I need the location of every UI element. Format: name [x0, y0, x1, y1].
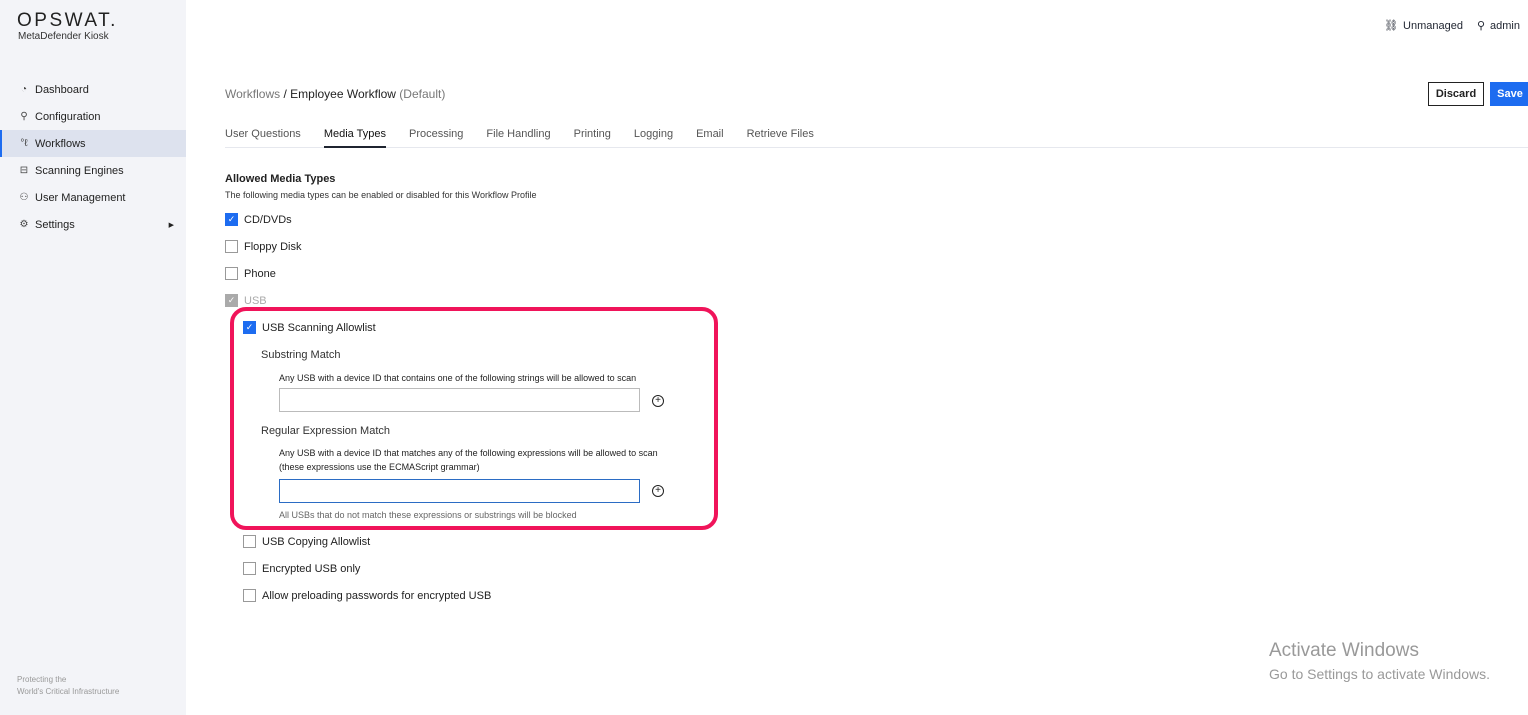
product-name: MetaDefender Kiosk: [18, 31, 109, 42]
substring-input[interactable]: [279, 388, 640, 412]
sidebar-item-user-management[interactable]: ⚇ User Management: [0, 184, 186, 211]
footer-line: World's Critical Infrastructure: [17, 687, 120, 696]
caret-right-icon: ▶: [168, 221, 174, 229]
gauge-icon: ◔: [20, 84, 28, 95]
sidebar-item-workflows[interactable]: °ℓ Workflows: [0, 130, 186, 157]
encrypted-usb-only-checkbox[interactable]: Encrypted USB only: [243, 562, 360, 575]
user-menu[interactable]: ⚲ admin: [1476, 19, 1520, 33]
sidebar-item-dashboard[interactable]: ◔ Dashboard: [0, 76, 186, 103]
sidebar-nav: ◔ Dashboard ⚲ Configuration °ℓ Workflows ⊟ S…: [0, 76, 186, 238]
regex-match-title: Regular Expression Match: [261, 425, 391, 437]
usb-checkbox: ✓ USB: [225, 294, 267, 307]
users-icon: ⚇: [19, 192, 29, 203]
breadcrumb-current: Employee Workflow: [290, 87, 396, 101]
checkbox-unchecked-icon: [225, 267, 238, 280]
checkbox-label: USB Copying Allowlist: [262, 535, 371, 548]
sidebar: OPSWAT. MetaDefender Kiosk ◔ Dashboard ⚲ C…: [0, 0, 186, 715]
unlink-icon: ⛓: [1384, 20, 1399, 32]
tab-email[interactable]: Email: [696, 122, 724, 148]
breadcrumb-workflows[interactable]: Workflows: [225, 87, 280, 101]
regex-grammar-note: (these expressions use the ECMAScript gr…: [279, 462, 480, 472]
wrench-icon: ⚲: [20, 111, 28, 122]
checkbox-checked-icon: ✓: [225, 294, 238, 307]
sidebar-item-label: Configuration: [35, 110, 101, 123]
windows-activation-watermark: Activate Windows Go to Settings to activa…: [1269, 640, 1490, 682]
engine-icon: ⊟: [19, 165, 29, 176]
checkbox-checked-icon: ✓: [243, 321, 256, 334]
checkbox-unchecked-icon: [243, 589, 256, 602]
floppy-disk-checkbox[interactable]: Floppy Disk: [225, 240, 301, 253]
checkbox-label: CD/DVDs: [244, 213, 292, 226]
save-button[interactable]: Save: [1490, 82, 1528, 106]
opswat-logo: OPSWAT.: [17, 10, 118, 31]
discard-button[interactable]: Discard: [1428, 82, 1484, 106]
checkbox-label: Floppy Disk: [244, 240, 302, 253]
tab-processing[interactable]: Processing: [409, 122, 463, 148]
cd-dvd-checkbox[interactable]: ✓ CD/DVDs: [225, 213, 292, 226]
topbar: ⛓ Unmanaged ⚲ admin: [1384, 19, 1520, 33]
checkbox-unchecked-icon: [225, 240, 238, 253]
sidebar-item-label: Scanning Engines: [35, 164, 124, 177]
footer-line: Protecting the: [17, 675, 67, 684]
substring-match-description: Any USB with a device ID that contains o…: [279, 373, 637, 383]
tab-media-types[interactable]: Media Types: [323, 122, 386, 148]
checkbox-unchecked-icon: [243, 535, 256, 548]
workflow-icon: °ℓ: [20, 138, 28, 149]
sidebar-item-label: Workflows: [35, 137, 86, 150]
sidebar-item-label: Dashboard: [35, 83, 89, 96]
status-label: Unmanaged: [1403, 19, 1463, 32]
checkbox-label: USB: [244, 294, 267, 307]
add-substring-icon[interactable]: +: [652, 395, 664, 407]
checkbox-label: USB Scanning Allowlist: [262, 321, 376, 334]
breadcrumb-suffix: (Default): [395, 87, 446, 101]
phone-checkbox[interactable]: Phone: [225, 267, 276, 280]
gear-icon: ⚙: [19, 219, 29, 230]
checkbox-label: Encrypted USB only: [262, 562, 361, 575]
tab-user-questions[interactable]: User Questions: [225, 122, 301, 148]
sidebar-footer: Protecting the World's Critical Infrastru…: [17, 674, 119, 698]
watermark-subtitle: Go to Settings to activate Windows.: [1269, 666, 1490, 682]
breadcrumb-separator: /: [280, 87, 291, 101]
sidebar-item-label: Settings: [35, 218, 75, 231]
usb-scanning-allowlist-checkbox[interactable]: ✓ USB Scanning Allowlist: [243, 321, 376, 334]
preload-passwords-checkbox[interactable]: Allow preloading passwords for encrypted…: [243, 589, 491, 602]
checkbox-label: Phone: [244, 267, 276, 280]
regex-match-description: Any USB with a device ID that matches an…: [279, 448, 658, 458]
checkbox-unchecked-icon: [243, 562, 256, 575]
sidebar-item-label: User Management: [35, 191, 126, 204]
user-name: admin: [1490, 19, 1520, 32]
tab-retrieve-files[interactable]: Retrieve Files: [747, 122, 814, 148]
tab-logging[interactable]: Logging: [634, 122, 673, 148]
management-status[interactable]: ⛓ Unmanaged: [1384, 19, 1463, 33]
regex-input[interactable]: [279, 479, 640, 503]
section-description: The following media types can be enabled…: [225, 190, 537, 200]
substring-match-title: Substring Match: [261, 349, 341, 361]
usb-copying-allowlist-checkbox[interactable]: USB Copying Allowlist: [243, 535, 370, 548]
sidebar-item-scanning-engines[interactable]: ⊟ Scanning Engines: [0, 157, 186, 184]
tab-file-handling[interactable]: File Handling: [486, 122, 550, 148]
add-regex-icon[interactable]: +: [652, 485, 664, 497]
watermark-title: Activate Windows: [1269, 640, 1419, 661]
sidebar-item-settings[interactable]: ⚙ Settings ▶: [0, 211, 186, 238]
user-icon: ⚲: [1476, 20, 1486, 32]
sidebar-item-configuration[interactable]: ⚲ Configuration: [0, 103, 186, 130]
checkbox-label: Allow preloading passwords for encrypted…: [262, 589, 492, 602]
section-title: Allowed Media Types: [225, 173, 336, 185]
checkbox-checked-icon: ✓: [225, 213, 238, 226]
tab-printing[interactable]: Printing: [574, 122, 611, 148]
tab-bar: User Questions Media Types Processing Fi…: [225, 122, 1528, 148]
block-hint: All USBs that do not match these express…: [279, 510, 577, 520]
breadcrumb: Workflows / Employee Workflow (Default): [225, 87, 445, 101]
